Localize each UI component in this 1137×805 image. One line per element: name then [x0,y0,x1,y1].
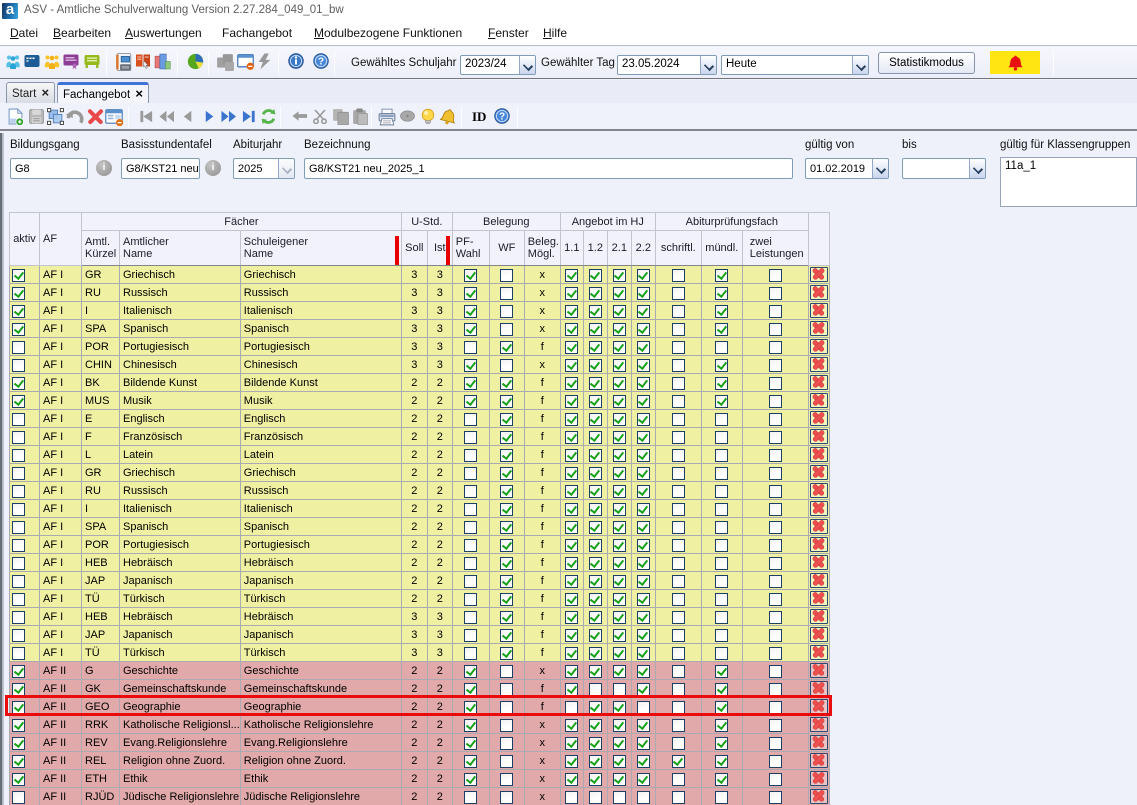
svg-text:?: ? [499,112,505,123]
svg-text:?: ? [318,57,324,68]
